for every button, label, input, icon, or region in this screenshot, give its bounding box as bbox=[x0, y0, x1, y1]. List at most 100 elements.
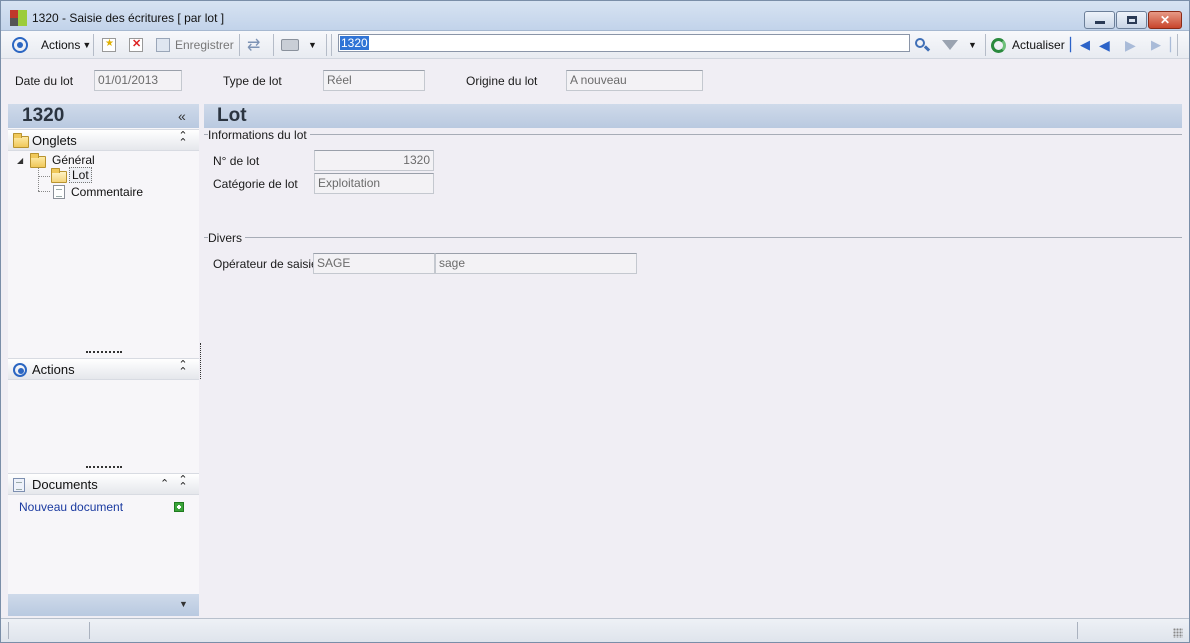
left-panel: 1320 « Onglets ⌃ ⌃ ◢ Général Lot Commenta… bbox=[8, 104, 199, 616]
operator-name-field[interactable]: sage bbox=[435, 253, 637, 274]
maximize-button[interactable] bbox=[1116, 11, 1147, 29]
minimize-button[interactable] bbox=[1084, 11, 1115, 29]
new-star-icon: ★ bbox=[102, 38, 116, 52]
filter-dropdown-button[interactable]: ▼ bbox=[968, 31, 977, 59]
date-label: Date du lot bbox=[15, 74, 74, 88]
refresh-icon bbox=[991, 37, 1006, 53]
actions-menu-label: Actions bbox=[41, 38, 81, 52]
save-icon bbox=[156, 38, 170, 52]
print-dropdown-button[interactable]: ▼ bbox=[308, 31, 317, 59]
origin-label: Origine du lot bbox=[466, 74, 538, 88]
refresh-button[interactable]: Actualiser bbox=[991, 31, 1065, 59]
last-record-button[interactable]: ▶▕ bbox=[1151, 31, 1171, 59]
double-chevron-up-icon[interactable]: ⌃ ⌃ bbox=[178, 131, 188, 149]
window-title: 1320 - Saisie des écritures [ par lot ] bbox=[32, 11, 225, 25]
delete-button[interactable]: ✕ bbox=[129, 31, 143, 59]
left-panel-header: 1320 « bbox=[8, 104, 199, 128]
delete-icon: ✕ bbox=[129, 38, 143, 52]
magnifier-icon bbox=[914, 37, 931, 53]
chevron-down-icon[interactable]: ▼ bbox=[179, 599, 188, 609]
origin-field[interactable]: A nouveau bbox=[566, 70, 703, 91]
main-title: Lot bbox=[217, 105, 247, 126]
close-icon: ✕ bbox=[1159, 13, 1171, 27]
new-button[interactable]: ★ bbox=[102, 31, 116, 59]
resize-grip-icon[interactable] bbox=[1173, 628, 1183, 638]
lot-number-label: N° de lot bbox=[213, 154, 260, 168]
actions-target-button[interactable] bbox=[12, 31, 28, 59]
status-cell bbox=[1077, 622, 1078, 639]
tree-node-lot[interactable]: Lot bbox=[69, 167, 92, 183]
lot-number-field[interactable]: 1320 bbox=[314, 150, 434, 171]
toolbar-separator bbox=[326, 34, 327, 56]
tree-expand-icon[interactable]: ◢ bbox=[17, 156, 23, 165]
maximize-icon bbox=[1126, 16, 1137, 24]
toolbar-separator bbox=[985, 34, 986, 56]
save-button[interactable]: Enregistrer bbox=[156, 31, 234, 59]
double-chevron-up-icon[interactable]: ⌃ ⌃ bbox=[178, 475, 188, 493]
group-divider bbox=[204, 237, 1182, 238]
group-divider bbox=[204, 134, 1182, 135]
folder-icon bbox=[30, 153, 46, 168]
group-misc-title: Divers bbox=[208, 231, 246, 245]
category-field[interactable]: Exploitation bbox=[314, 173, 434, 194]
actions-section-title: Actions bbox=[32, 362, 75, 377]
splitter-grip[interactable] bbox=[86, 351, 122, 354]
close-button[interactable]: ✕ bbox=[1148, 11, 1182, 29]
operator-label: Opérateur de saisie bbox=[213, 257, 318, 271]
chevron-down-icon: ▼ bbox=[82, 40, 92, 50]
printer-icon bbox=[281, 39, 299, 51]
main-header: Lot bbox=[204, 104, 1182, 128]
target-icon bbox=[12, 37, 28, 53]
next-record-icon: ▶ bbox=[1125, 36, 1136, 53]
chevron-down-icon: ▼ bbox=[308, 40, 317, 50]
collapse-panel-icon[interactable]: « bbox=[178, 108, 186, 124]
tree-line bbox=[38, 168, 39, 191]
toolbar-separator bbox=[239, 34, 240, 56]
last-record-icon: ▶▕ bbox=[1151, 37, 1171, 52]
next-record-button[interactable]: ▶ bbox=[1125, 31, 1136, 59]
add-icon[interactable] bbox=[174, 502, 184, 512]
status-cell bbox=[89, 622, 90, 639]
open-folder-icon bbox=[51, 168, 67, 183]
first-record-button[interactable]: ▏◀ bbox=[1070, 31, 1090, 59]
tree-node-general[interactable]: Général bbox=[52, 153, 95, 167]
documents-section-title: Documents bbox=[32, 477, 98, 492]
documents-section-header[interactable]: Documents ⌃ ⌃ ⌃ bbox=[8, 473, 199, 495]
type-label: Type de lot bbox=[223, 74, 282, 88]
chevron-up-icon[interactable]: ⌃ bbox=[160, 477, 169, 490]
status-cell bbox=[8, 622, 9, 639]
app-icon bbox=[10, 10, 27, 26]
panel-splitter[interactable] bbox=[200, 343, 201, 379]
minimize-icon bbox=[1094, 21, 1105, 24]
splitter-grip[interactable] bbox=[86, 466, 122, 469]
toolbar-separator bbox=[331, 34, 332, 56]
actions-menu-button[interactable]: Actions ▼ bbox=[41, 31, 91, 59]
search-button[interactable] bbox=[914, 31, 931, 59]
new-document-link[interactable]: Nouveau document bbox=[19, 500, 123, 514]
print-button[interactable] bbox=[281, 31, 299, 59]
group-info-title: Informations du lot bbox=[208, 128, 310, 142]
filter-button[interactable] bbox=[942, 31, 958, 59]
save-label: Enregistrer bbox=[175, 38, 234, 52]
date-field[interactable]: 01/01/2013 bbox=[94, 70, 182, 91]
toolbar-separator bbox=[1177, 34, 1178, 56]
search-field[interactable]: 1320 bbox=[338, 34, 910, 52]
previous-record-button[interactable]: ◀ bbox=[1099, 31, 1110, 59]
chevron-down-icon: ▼ bbox=[968, 40, 977, 50]
tabs-section-header[interactable]: Onglets ⌃ ⌃ bbox=[8, 129, 199, 151]
toolbar-separator bbox=[93, 34, 94, 56]
actions-section-header[interactable]: Actions ⌃ ⌃ bbox=[8, 358, 199, 380]
operator-code-field[interactable]: SAGE bbox=[313, 253, 435, 274]
target-icon bbox=[13, 363, 27, 377]
tree-node-comment[interactable]: Commentaire bbox=[71, 185, 143, 199]
double-chevron-up-icon[interactable]: ⌃ ⌃ bbox=[178, 360, 188, 378]
tree-line bbox=[38, 191, 50, 192]
first-record-icon: ▏◀ bbox=[1070, 37, 1090, 52]
main-window: 1320 - Saisie des écritures [ par lot ] … bbox=[0, 0, 1190, 643]
type-field[interactable]: Réel bbox=[323, 70, 425, 91]
category-label: Catégorie de lot bbox=[213, 177, 298, 191]
tree-node-lot-label: Lot bbox=[69, 167, 92, 183]
title-bar: 1320 - Saisie des écritures [ par lot ] … bbox=[1, 1, 1189, 31]
search-input[interactable]: 1320 bbox=[340, 36, 369, 50]
sync-button[interactable]: ⇄ bbox=[247, 31, 260, 59]
